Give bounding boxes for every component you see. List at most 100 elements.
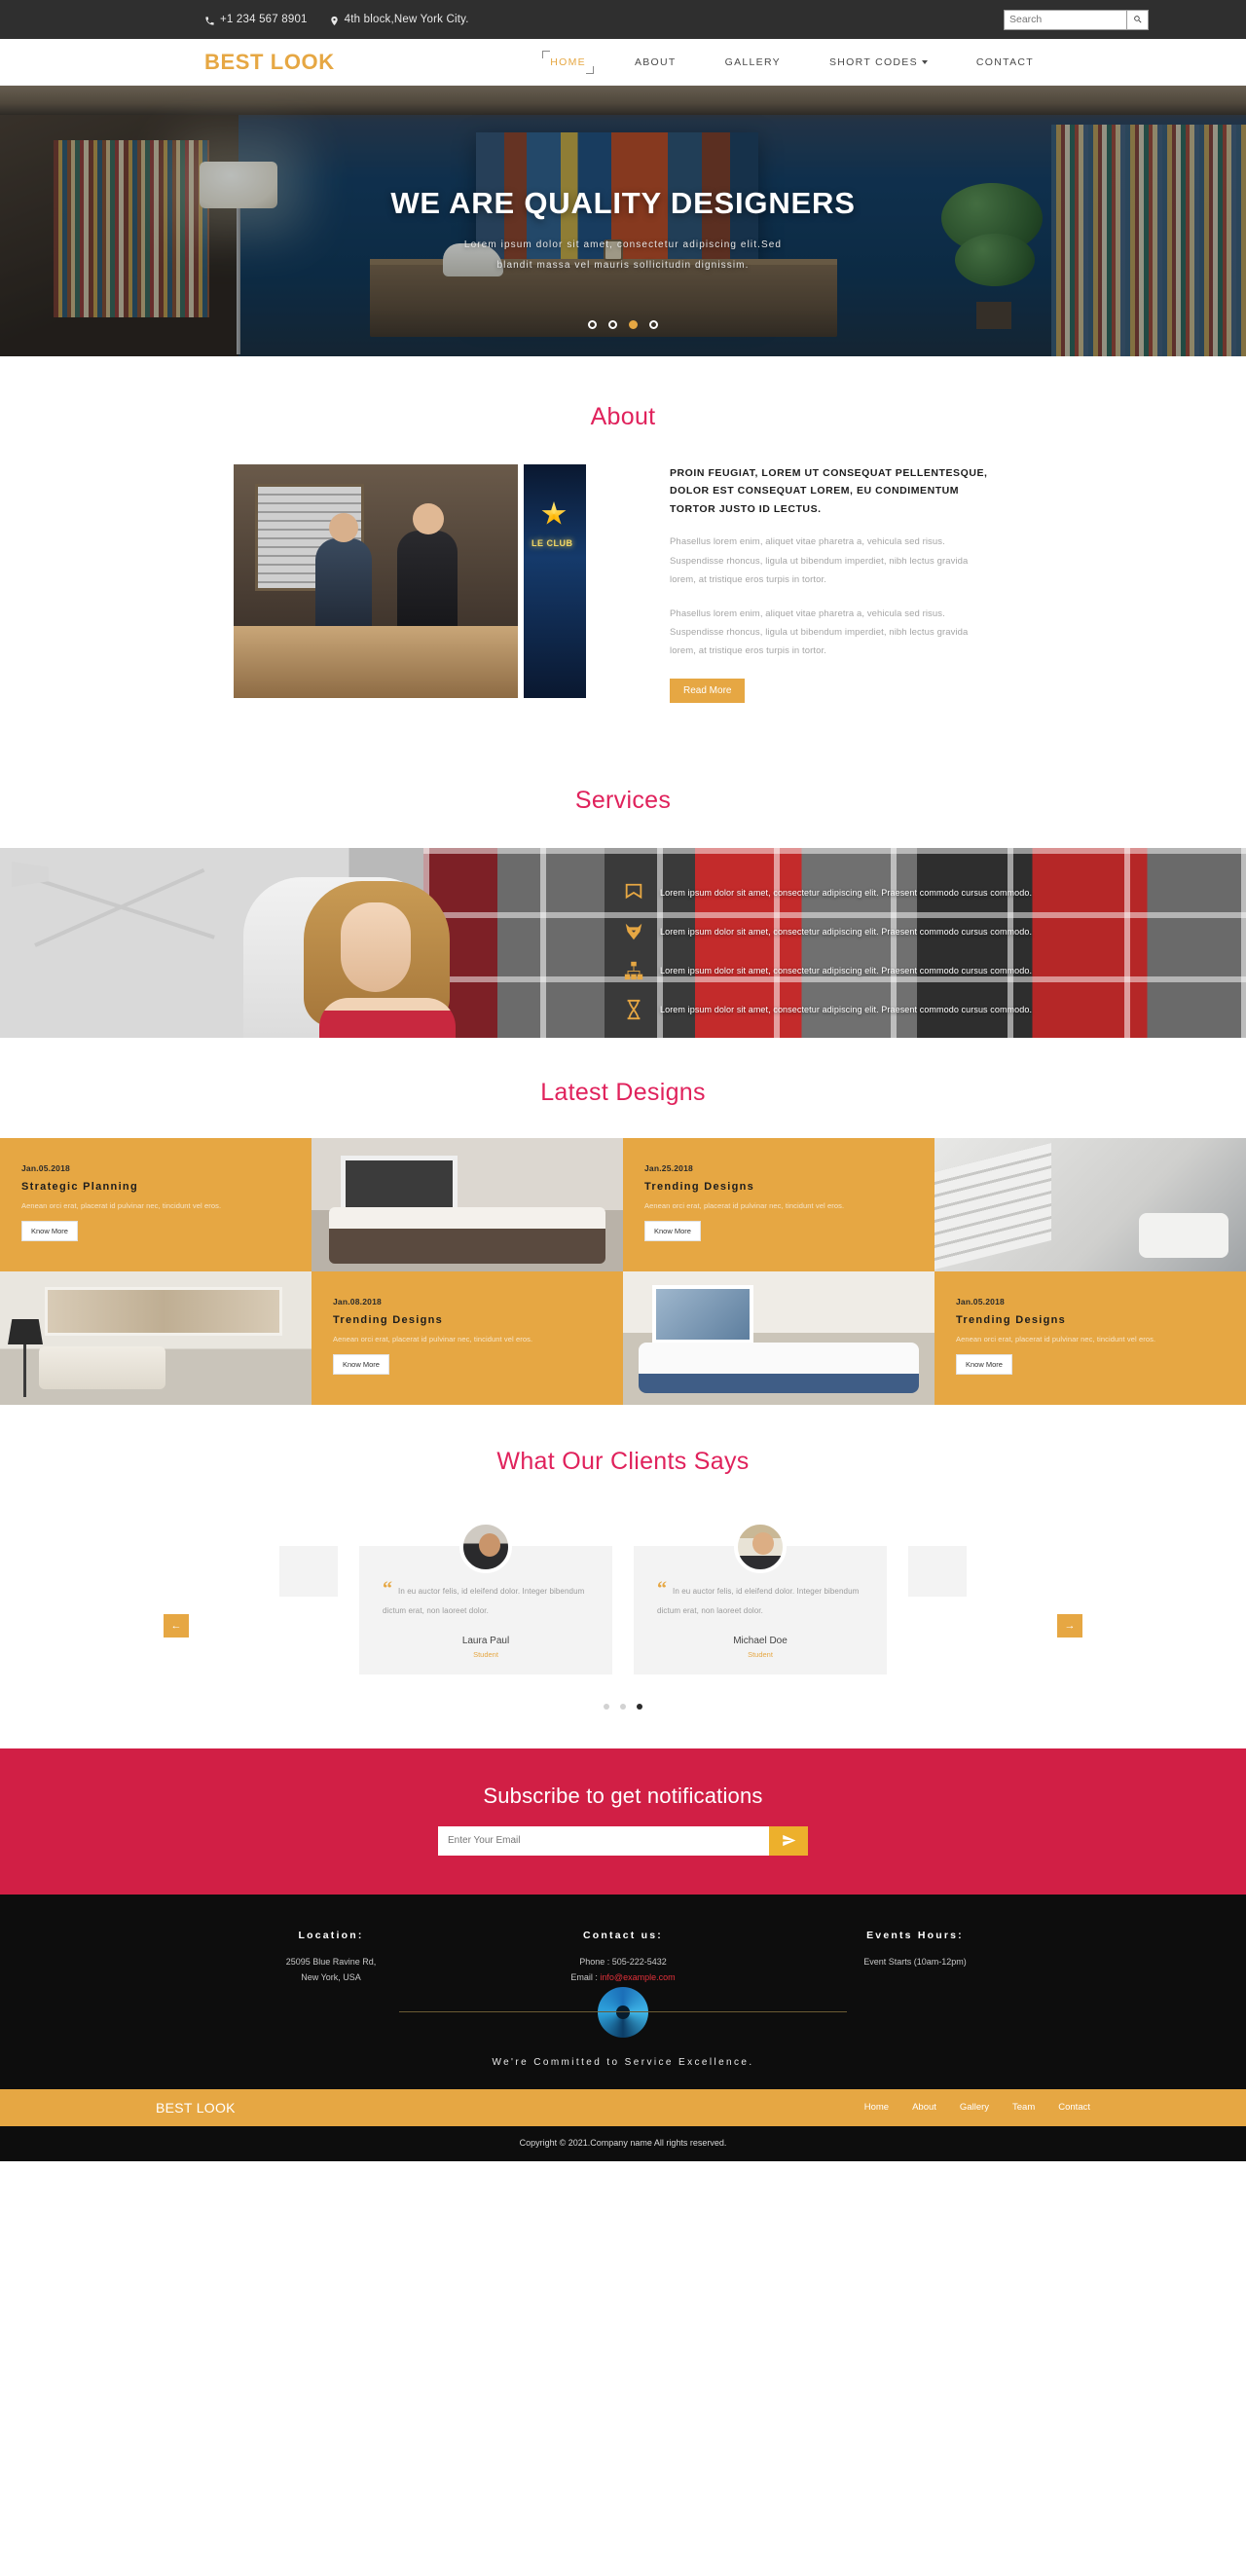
testimonial-card-1: “In eu auctor felis, id eleifend dolor. … (359, 1520, 612, 1674)
footer-contact-heading: Contact us: (583, 1929, 663, 1941)
quote-icon: “ (657, 1577, 667, 1600)
fox-head-icon (625, 923, 642, 940)
service-item-3[interactable]: Lorem ipsum dolor sit amet, consectetur … (623, 951, 1207, 990)
service-item-3-text: Lorem ipsum dolor sit amet, consectetur … (660, 965, 1033, 975)
footer-logo-wrap (0, 1986, 1246, 2038)
footer-link-about[interactable]: About (912, 2102, 936, 2113)
design-card-4-desc: Aenean orci erat, placerat id pulvinar n… (956, 1334, 1156, 1343)
nav-item-contact-label: CONTACT (975, 55, 1034, 68)
spiral-burst-logo-icon (598, 1986, 648, 2038)
subscribe-submit-button[interactable] (769, 1825, 808, 1856)
nav-item-home[interactable]: HOME (542, 50, 594, 74)
chevron-down-icon (921, 59, 928, 64)
testimonial-next-button[interactable]: → (1057, 1613, 1082, 1638)
nav-item-gallery-label: GALLERY (724, 55, 781, 68)
testimonial-card-next-peek (908, 1545, 967, 1597)
testimonial-card-2-avatar (734, 1520, 787, 1573)
design-card-2: Jan.25.2018 Trending Designs Aenean orci… (623, 1137, 934, 1271)
nav-item-about[interactable]: ABOUT (627, 51, 684, 74)
design-card-2-button[interactable]: Know More (644, 1220, 701, 1241)
address-text: 4th block,New York City. (344, 14, 469, 25)
service-item-1[interactable]: Lorem ipsum dolor sit amet, consectetur … (623, 873, 1207, 912)
testimonial-dot-2[interactable] (620, 1703, 626, 1710)
hero-slider-dots (0, 320, 1246, 329)
about-images: LE CLUB (234, 464, 586, 703)
about-paragraph-2: Phasellus lorem enim, aliquet vitae phar… (670, 607, 969, 657)
design-photo-white-sofa (623, 1270, 934, 1405)
footer-link-gallery[interactable]: Gallery (960, 2102, 989, 2113)
testimonial-card-2: “In eu auctor felis, id eleifend dolor. … (634, 1520, 887, 1674)
subscribe-email-input[interactable] (438, 1825, 769, 1856)
about-section: About LE CLUB PROIN FEUGIAT, LOREM UT CO… (0, 356, 1246, 748)
testimonials-heading: What Our Clients Says (496, 1447, 750, 1475)
hero-dot-1[interactable] (588, 320, 597, 329)
testimonial-track: “ In eu auctor felis, id eleifend dolor. … (97, 1520, 1149, 1674)
hero-dot-2[interactable] (608, 320, 617, 329)
nav-item-home-label: HOME (550, 55, 586, 68)
testimonial-card-1-quote: In eu auctor felis, id eleifend dolor. I… (383, 1586, 585, 1615)
design-card-3-title: Trending Designs (333, 1313, 444, 1326)
testimonial-dot-1[interactable] (604, 1703, 609, 1710)
testimonial-card-1-body: “In eu auctor felis, id eleifend dolor. … (383, 1579, 589, 1620)
design-card-3-date: Jan.08.2018 (333, 1296, 382, 1306)
testimonials-section: What Our Clients Says ← → “ In eu auctor … (0, 1405, 1246, 1748)
about-paragraph-1: Phasellus lorem enim, aliquet vitae phar… (670, 536, 969, 586)
nav-item-gallery[interactable]: GALLERY (717, 51, 788, 74)
service-item-2-text: Lorem ipsum dolor sit amet, consectetur … (660, 926, 1033, 937)
copyright-text: Copyright © 2021.Company name All rights… (0, 2125, 1246, 2161)
services-heading: Services (574, 786, 672, 814)
services-banner: Lorem ipsum dolor sit amet, consectetur … (0, 847, 1246, 1038)
map-pin-icon (330, 16, 338, 25)
service-item-4[interactable]: Lorem ipsum dolor sit amet, consectetur … (623, 990, 1207, 1029)
footer-column-hours: Events Hours: Event Starts (10am-12pm) (769, 1930, 1061, 1986)
nav-item-short-codes-label: SHORT CODES (828, 55, 918, 68)
testimonial-dots (97, 1703, 1149, 1710)
footer-link-team[interactable]: Team (1012, 2102, 1035, 2113)
testimonial-card-2-role: Student (748, 1649, 773, 1659)
footer-column-contact: Contact us: Phone : 505-222-5432 Email :… (477, 1930, 769, 1986)
search-icon (1133, 16, 1142, 23)
design-card-2-title: Trending Designs (644, 1180, 755, 1193)
footer-column-location: Location: 25095 Blue Ravine Rd, New York… (185, 1930, 477, 1986)
footer-location-line1: 25095 Blue Ravine Rd, (285, 1956, 377, 1967)
nav-item-contact[interactable]: CONTACT (969, 51, 1042, 74)
hero-title: WE ARE QUALITY DESIGNERS (390, 186, 856, 220)
design-card-1: Jan.05.2018 Strategic Planning Aenean or… (0, 1137, 312, 1271)
testimonial-prev-button[interactable]: ← (164, 1613, 189, 1638)
testimonial-card-2-name: Michael Doe (733, 1635, 788, 1646)
testimonial-card-1-avatar (459, 1520, 512, 1573)
search-input[interactable] (1005, 10, 1126, 29)
testimonial-dot-3[interactable] (637, 1703, 642, 1710)
service-item-2[interactable]: Lorem ipsum dolor sit amet, consectetur … (623, 912, 1207, 951)
footer-columns: Location: 25095 Blue Ravine Rd, New York… (185, 1930, 1061, 1986)
footer-bar-brand[interactable]: BEST LOOK (156, 2100, 236, 2116)
paper-plane-icon (782, 1834, 795, 1847)
site-logo[interactable]: BEST LOOK (204, 50, 335, 75)
hero-slider: WE ARE QUALITY DESIGNERS Lorem ipsum dol… (0, 86, 1246, 356)
footer-link-home[interactable]: Home (864, 2102, 889, 2113)
search-button[interactable] (1126, 10, 1148, 29)
nav-item-short-codes[interactable]: SHORT CODES (822, 51, 935, 74)
footer-contact-email-link[interactable]: info@example.com (600, 1972, 675, 1982)
design-card-3-button[interactable]: Know More (333, 1353, 389, 1375)
footer-hours-body: Event Starts (10am-12pm) (769, 1954, 1061, 1970)
footer: Location: 25095 Blue Ravine Rd, New York… (0, 1894, 1246, 2161)
hero-dot-3[interactable] (629, 320, 638, 329)
testimonial-card-1-role: Student (473, 1649, 498, 1659)
design-card-1-button[interactable]: Know More (21, 1220, 78, 1241)
design-card-3: Jan.08.2018 Trending Designs Aenean orci… (312, 1270, 623, 1405)
phone-icon (205, 16, 214, 25)
testimonial-card-2-body: “In eu auctor felis, id eleifend dolor. … (657, 1577, 863, 1620)
design-card-1-title: Strategic Planning (21, 1180, 138, 1193)
design-card-4-title: Trending Designs (956, 1313, 1067, 1326)
about-image-reception (234, 464, 518, 698)
design-card-4-button[interactable]: Know More (956, 1353, 1012, 1375)
sitemap-icon (624, 961, 643, 980)
footer-link-contact[interactable]: Contact (1058, 2102, 1090, 2113)
hero-dot-4[interactable] (649, 320, 658, 329)
read-more-button[interactable]: Read More (670, 678, 746, 703)
design-photo-bedroom (312, 1137, 623, 1271)
main-navigation: BEST LOOK HOME ABOUT GALLERY SHORT CODES… (0, 39, 1246, 86)
design-photo-staircase (934, 1137, 1246, 1271)
service-item-4-text: Lorem ipsum dolor sit amet, consectetur … (660, 1004, 1033, 1014)
